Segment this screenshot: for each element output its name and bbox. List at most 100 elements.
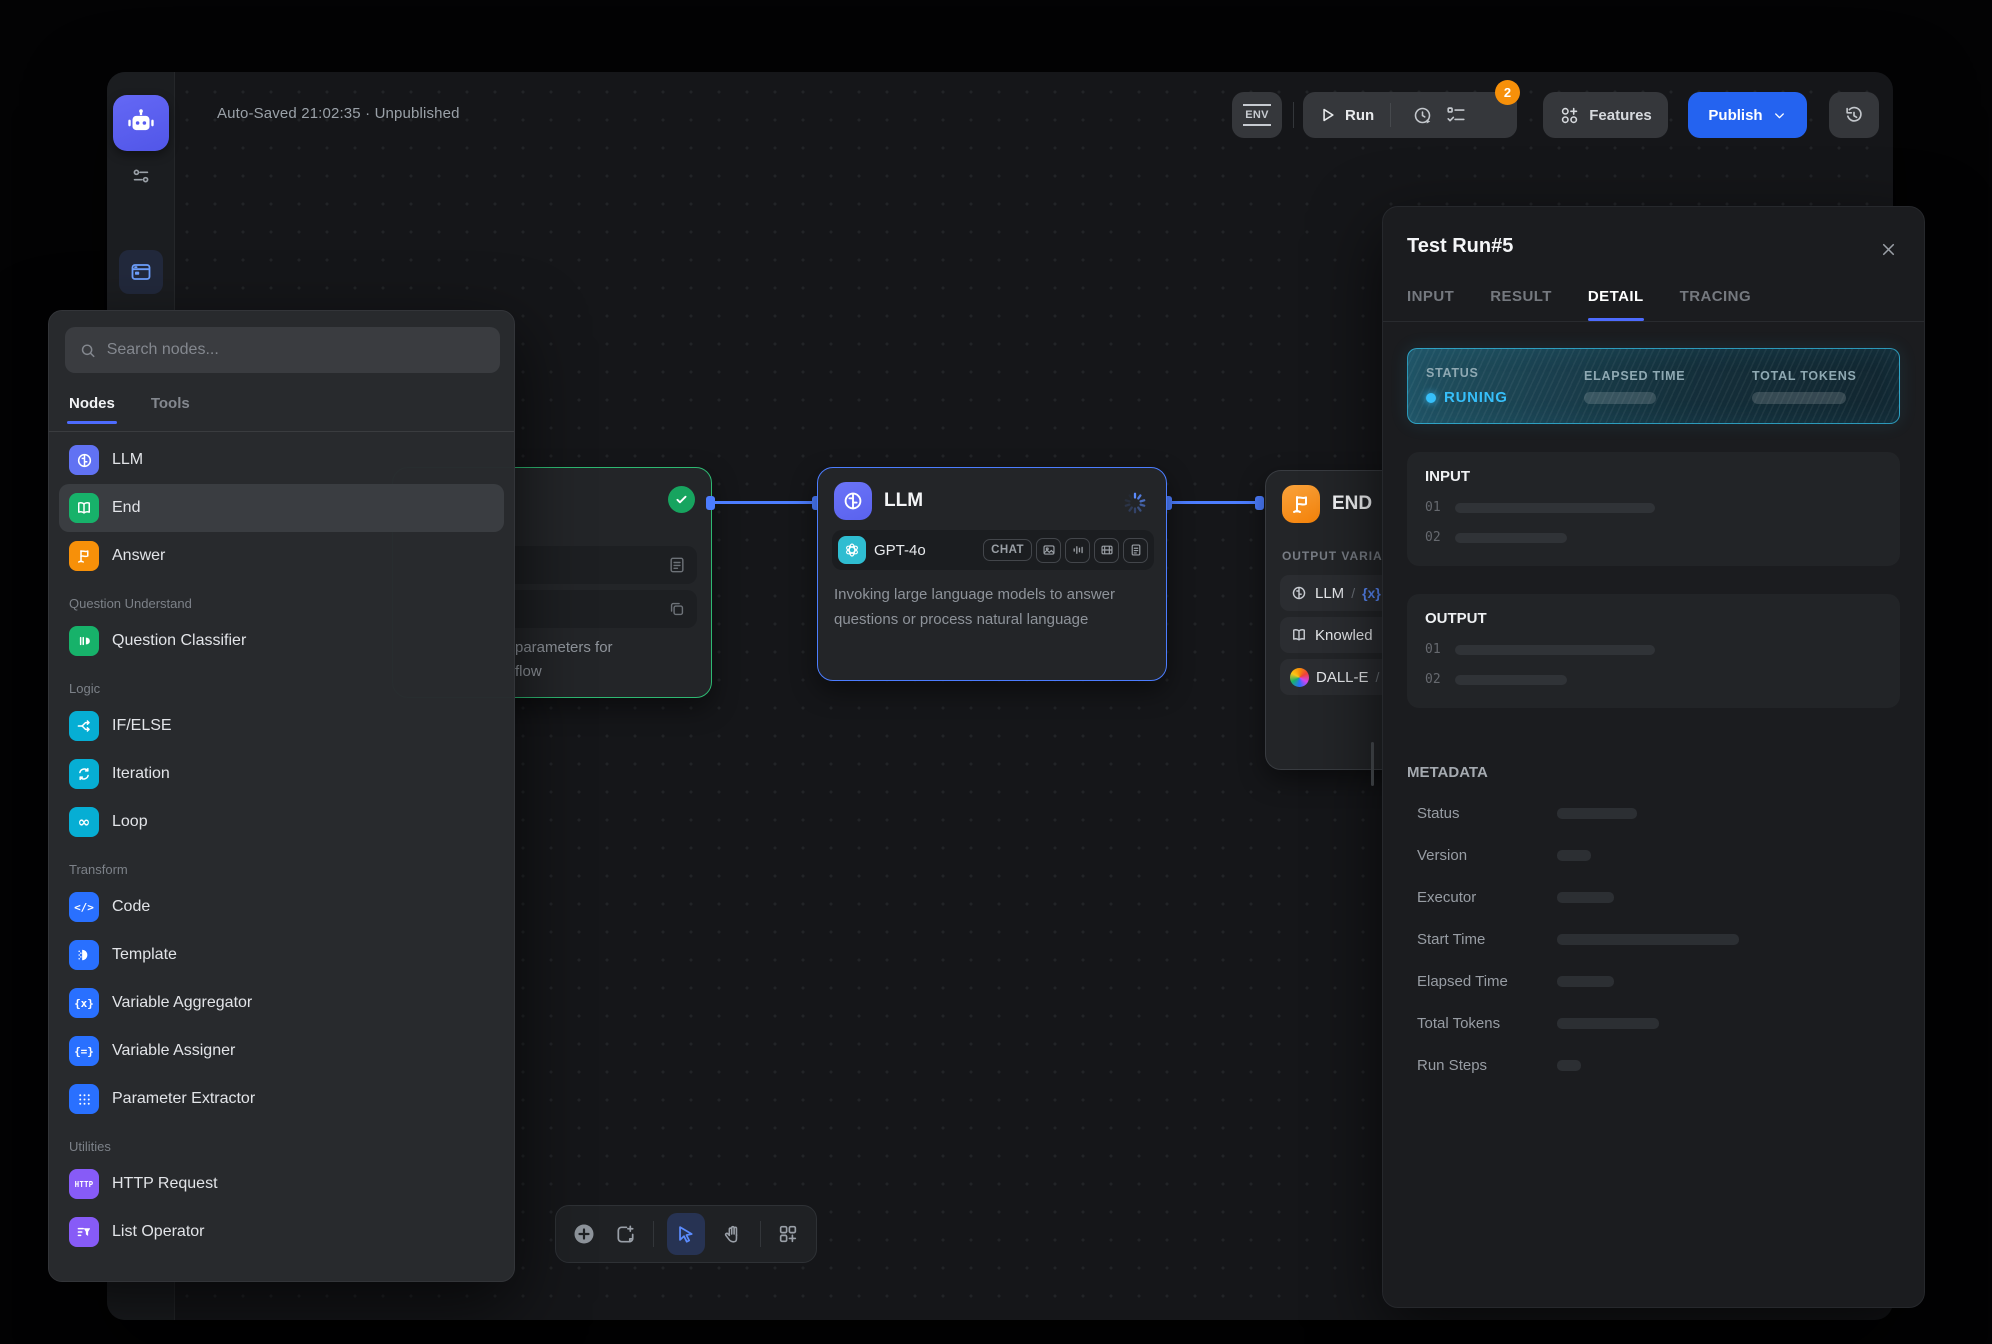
status-banner: STATUS RUNING ELAPSED TIME TOTAL TOKENS <box>1407 348 1900 424</box>
dalle-disc-icon <box>1290 668 1309 687</box>
value-skeleton <box>1557 850 1591 861</box>
row-number: 02 <box>1425 530 1441 545</box>
node-item-variable-aggregator[interactable]: {x} Variable Aggregator <box>59 979 504 1027</box>
http-icon: HTTP <box>69 1169 99 1199</box>
llm-node[interactable]: LLM GPT-4o CHAT <box>817 467 1167 681</box>
value-skeleton <box>1455 503 1655 513</box>
run-button[interactable]: Run <box>1317 105 1374 125</box>
tab-result[interactable]: RESULT <box>1490 288 1552 321</box>
row-number: 02 <box>1425 672 1441 687</box>
env-button[interactable]: ENV <box>1232 92 1282 138</box>
node-item-http-request[interactable]: HTTP HTTP Request <box>59 1160 504 1208</box>
video-capability-icon <box>1094 538 1119 563</box>
node-item-end[interactable]: End <box>59 484 504 532</box>
canvas-scroll-indicator <box>1371 742 1374 786</box>
value-skeleton <box>1557 976 1614 987</box>
braces-x-icon: {x} <box>69 988 99 1018</box>
test-run-title: Test Run#5 <box>1407 235 1900 258</box>
document-lines-icon <box>667 555 687 575</box>
row-number: 01 <box>1425 642 1441 657</box>
output-card-label: OUTPUT <box>1425 610 1882 627</box>
node-item-if-else[interactable]: IF/ELSE <box>59 702 504 750</box>
end-node-title: END <box>1332 493 1372 515</box>
organize-grid-icon <box>777 1223 799 1245</box>
running-dot-icon <box>1426 393 1436 403</box>
edge-start-to-llm <box>712 501 817 504</box>
checklist-icon[interactable] <box>1439 98 1473 132</box>
copy-icon <box>667 599 687 619</box>
chat-mode-tag: CHAT <box>983 539 1032 561</box>
metadata-row-executor: Executor <box>1407 887 1900 907</box>
tab-nodes[interactable]: Nodes <box>69 395 115 424</box>
tab-tools[interactable]: Tools <box>151 395 190 424</box>
node-item-llm[interactable]: LLM <box>59 436 504 484</box>
output-card: OUTPUT 01 02 <box>1407 594 1900 708</box>
toolbar-divider <box>760 1221 761 1247</box>
run-history-clock-icon[interactable] <box>1405 98 1439 132</box>
llm-model-row[interactable]: GPT-4o CHAT <box>832 530 1154 570</box>
braces-equals-icon: {=} <box>69 1036 99 1066</box>
features-grid-plus-icon <box>1559 105 1580 126</box>
node-item-template[interactable]: Template <box>59 931 504 979</box>
add-node-button[interactable] <box>569 1218 598 1250</box>
success-check-icon <box>668 486 695 513</box>
publish-button[interactable]: Publish <box>1688 92 1807 138</box>
total-tokens-skeleton <box>1752 392 1846 404</box>
metadata-row-status: Status <box>1407 803 1900 823</box>
run-group-divider <box>1390 103 1391 127</box>
total-tokens-label: TOTAL TOKENS <box>1752 369 1857 383</box>
metadata-label: METADATA <box>1407 764 1900 781</box>
running-spinner-icon <box>1122 490 1148 516</box>
node-item-parameter-extractor[interactable]: Parameter Extractor <box>59 1075 504 1123</box>
pointer-mode-button[interactable] <box>667 1213 705 1255</box>
section-logic: Logic <box>59 681 504 696</box>
node-item-code[interactable]: </> Code <box>59 883 504 931</box>
node-item-list-operator[interactable]: List Operator <box>59 1208 504 1256</box>
node-search[interactable] <box>65 327 500 373</box>
checklist-count-badge: 2 <box>1495 80 1520 105</box>
metadata-row-version: Version <box>1407 845 1900 865</box>
edge-handle <box>1255 496 1264 510</box>
input-card: INPUT 01 02 <box>1407 452 1900 566</box>
brain-icon <box>1290 584 1308 602</box>
toolbar-divider <box>653 1221 654 1247</box>
elapsed-time-label: ELAPSED TIME <box>1584 369 1752 383</box>
version-history-button[interactable] <box>1829 92 1879 138</box>
llm-node-title: LLM <box>884 490 923 512</box>
node-item-loop[interactable]: ∞ Loop <box>59 798 504 846</box>
node-picker-panel: Nodes Tools LLM End Answer Question Unde… <box>48 310 515 1282</box>
filter-list-icon <box>69 1217 99 1247</box>
close-button[interactable] <box>1872 233 1904 265</box>
search-input[interactable] <box>107 341 486 359</box>
node-list: LLM End Answer Question Understand Quest… <box>59 436 504 1256</box>
app-logo-robot-icon[interactable] <box>113 95 169 151</box>
plus-circle-icon <box>572 1222 596 1246</box>
node-item-iteration[interactable]: Iteration <box>59 750 504 798</box>
start-node-description: parameters for flow <box>515 636 613 684</box>
node-item-answer[interactable]: Answer <box>59 532 504 580</box>
brain-icon <box>69 445 99 475</box>
chevron-down-icon <box>1772 108 1787 123</box>
tab-tracing[interactable]: TRACING <box>1680 288 1751 321</box>
test-run-panel: Test Run#5 INPUT RESULT DETAIL TRACING S… <box>1382 206 1925 1308</box>
features-button[interactable]: Features <box>1543 92 1668 138</box>
tab-input[interactable]: INPUT <box>1407 288 1454 321</box>
classifier-icon <box>69 626 99 656</box>
open-book-icon <box>69 493 99 523</box>
preview-window-icon[interactable] <box>119 250 163 294</box>
tab-detail[interactable]: DETAIL <box>1588 288 1644 321</box>
run-button-label: Run <box>1345 107 1374 124</box>
run-button-group: Run <box>1303 92 1517 138</box>
value-skeleton <box>1557 1060 1581 1071</box>
publish-button-label: Publish <box>1708 107 1762 124</box>
add-note-button[interactable] <box>611 1218 640 1250</box>
dot-grid-icon <box>69 1084 99 1114</box>
hand-mode-button[interactable] <box>718 1218 747 1250</box>
node-item-variable-assigner[interactable]: {=} Variable Assigner <box>59 1027 504 1075</box>
node-item-question-classifier[interactable]: Question Classifier <box>59 617 504 665</box>
branch-icon <box>69 711 99 741</box>
workflow-settings-sliders-icon[interactable] <box>119 154 163 198</box>
infinity-icon: ∞ <box>69 807 99 837</box>
status-value: RUNING <box>1426 389 1584 406</box>
organize-nodes-button[interactable] <box>774 1218 803 1250</box>
